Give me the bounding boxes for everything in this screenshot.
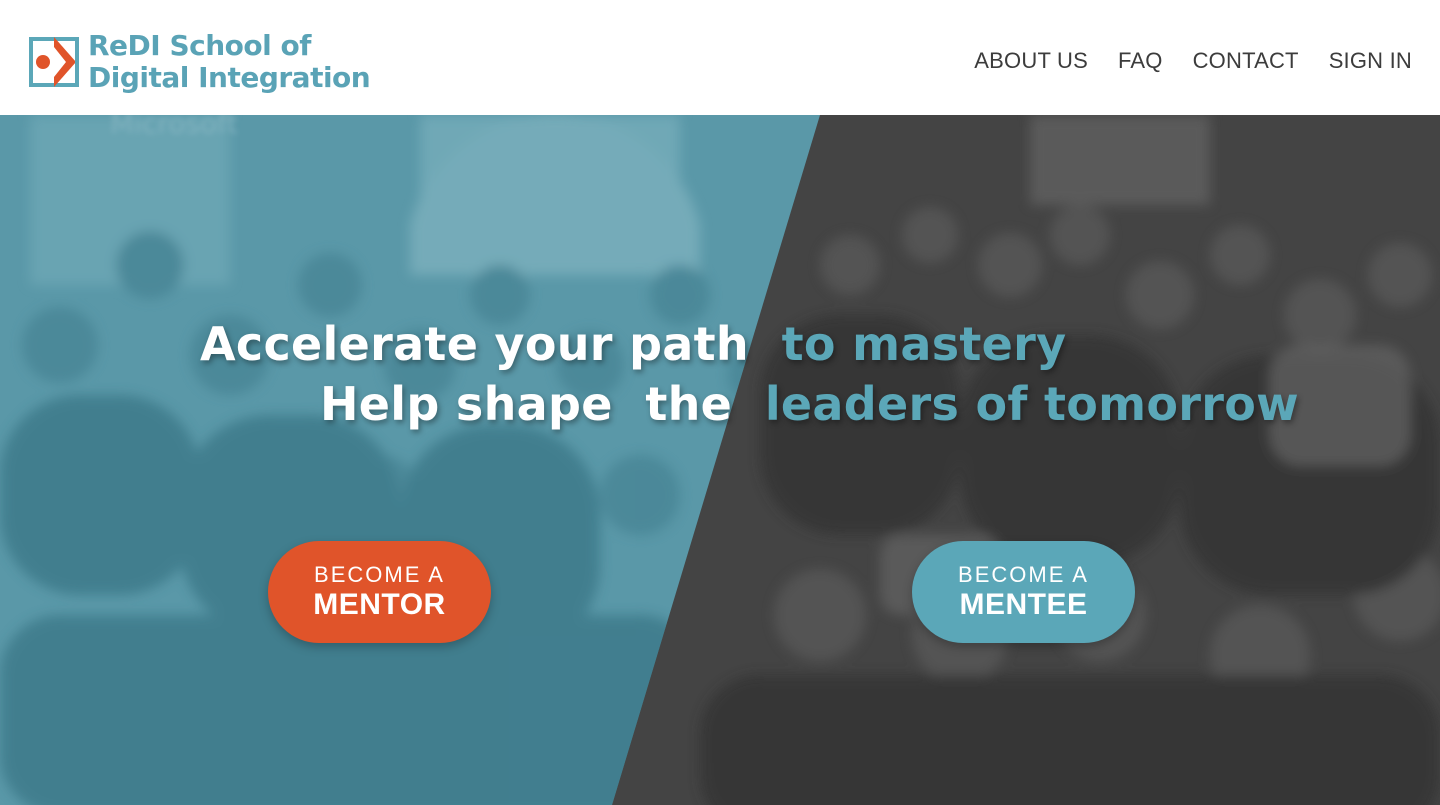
- headline-2-accent: leaders of tomorrow: [764, 377, 1299, 431]
- redi-logo[interactable]: ReDI School of Digital Integration: [28, 29, 371, 94]
- main-nav: ABOUT US FAQ CONTACT SIGN IN: [944, 48, 1412, 74]
- nav-about-us[interactable]: ABOUT US: [974, 48, 1088, 74]
- headline-1-white: Accelerate your path: [200, 317, 749, 371]
- headline-2-white-b: the: [645, 377, 733, 431]
- nav-faq[interactable]: FAQ: [1118, 48, 1163, 74]
- svg-text:Microsoft: Microsoft: [110, 115, 237, 140]
- logo-wordmark: ReDI School of Digital Integration: [88, 29, 371, 94]
- logo-line-1: ReDI School of: [88, 29, 311, 62]
- nav-contact[interactable]: CONTACT: [1193, 48, 1299, 74]
- hero-headline-line-2: Help shape the leaders of tomorrow: [320, 377, 1299, 431]
- mentor-button-small: BECOME A: [314, 562, 445, 587]
- hero-group-photo: Microsoft: [0, 115, 1440, 805]
- hero-headline-line-1: Accelerate your path to mastery: [200, 317, 1066, 371]
- site-header: ReDI School of Digital Integration ABOUT…: [0, 0, 1440, 115]
- nav-sign-in[interactable]: SIGN IN: [1329, 48, 1412, 74]
- hero-section: Microsoft Accelerate your path to master…: [0, 115, 1440, 805]
- become-mentor-button[interactable]: BECOME A MENTOR: [268, 541, 491, 643]
- headline-2-white-a: Help shape: [320, 377, 613, 431]
- mentee-button-big: MENTEE: [959, 588, 1088, 621]
- mentor-button-big: MENTOR: [313, 588, 446, 621]
- redi-logo-icon: [28, 33, 80, 91]
- headline-1-accent: to mastery: [781, 317, 1067, 371]
- logo-line-2: Digital Integration: [88, 61, 371, 94]
- become-mentee-button[interactable]: BECOME A MENTEE: [912, 541, 1135, 643]
- mentee-button-small: BECOME A: [958, 562, 1089, 587]
